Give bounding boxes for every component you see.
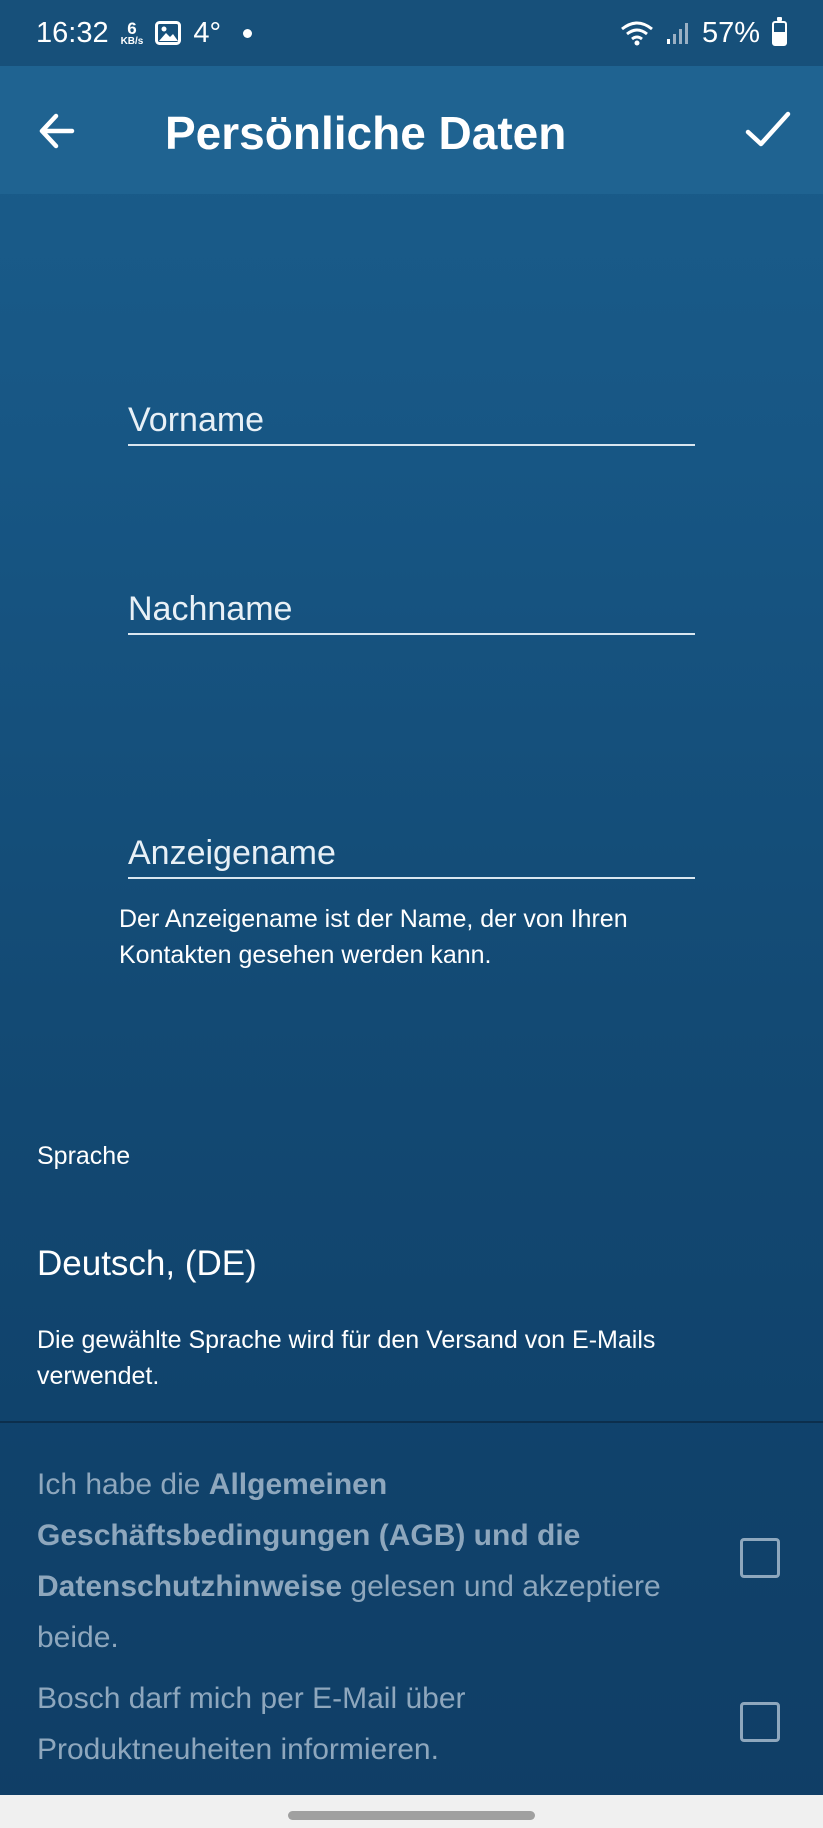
language-label: Sprache <box>37 1142 131 1170</box>
newsletter-checkbox[interactable] <box>740 1702 780 1742</box>
terms-mid: gelesen und akzeptiere <box>342 1570 661 1603</box>
newsletter-line: Bosch darf mich per E-Mail über <box>37 1682 466 1715</box>
confirm-button[interactable] <box>742 102 796 156</box>
terms-link-agb[interactable]: Allgemeinen <box>209 1468 387 1501</box>
newsletter-consent-text: Bosch darf mich per E-Mail über Produktn… <box>37 1673 697 1775</box>
network-speed-unit: KB/s <box>120 35 144 47</box>
terms-end: beide. <box>37 1621 119 1654</box>
image-icon <box>155 21 182 45</box>
language-hint-line: Die gewählte Sprache wird für den Versan… <box>37 1326 656 1354</box>
checkmark-icon <box>745 111 791 147</box>
last-name-field-wrapper <box>128 585 695 635</box>
last-name-input[interactable] <box>128 585 695 633</box>
first-name-input[interactable] <box>128 396 695 444</box>
language-hint: Die gewählte Sprache wird für den Versan… <box>37 1322 655 1394</box>
terms-prefix: Ich habe die <box>37 1468 209 1501</box>
back-button[interactable] <box>36 106 94 156</box>
signal-icon <box>666 23 688 44</box>
status-battery-text: 57% <box>701 16 760 49</box>
notification-dot <box>243 28 253 38</box>
language-selector[interactable]: Deutsch, (DE) <box>37 1244 257 1284</box>
terms-line: beide. <box>37 1612 697 1663</box>
system-nav-bar <box>0 1795 823 1828</box>
terms-consent-text: Ich habe die Allgemeinen Geschäftsbeding… <box>37 1459 697 1663</box>
status-temperature: 4° <box>193 16 222 49</box>
wifi-icon <box>621 21 653 46</box>
status-left: 16:32 6 KB/s 4° <box>36 16 253 50</box>
battery-icon <box>772 16 787 46</box>
display-name-field-wrapper <box>128 829 695 879</box>
terms-checkbox[interactable] <box>740 1538 780 1578</box>
status-right: 57% <box>620 16 787 50</box>
privacy-link[interactable]: Datenschutzhinweise <box>37 1570 342 1603</box>
terms-line: Datenschutzhinweise gelesen und akzeptie… <box>37 1561 697 1612</box>
display-name-hint: Der Anzeigename ist der Name, der von Ih… <box>119 901 628 973</box>
newsletter-line: Produktneuheiten informieren. <box>37 1733 439 1766</box>
first-name-field-wrapper <box>128 396 695 446</box>
status-time: 16:32 <box>36 16 109 49</box>
display-name-hint-line: Kontakten gesehen werden kann. <box>119 941 492 969</box>
app-bar: Persönliche Daten <box>0 66 823 194</box>
display-name-input[interactable] <box>128 829 695 877</box>
status-bar: 16:32 6 KB/s 4° 57% <box>0 0 823 66</box>
terms-line: Geschäftsbedingungen (AGB) und die <box>37 1510 697 1561</box>
gesture-handle[interactable] <box>288 1811 535 1820</box>
section-divider <box>0 1421 823 1423</box>
terms-link-agb-cont[interactable]: Geschäftsbedingungen (AGB) und die <box>37 1519 580 1552</box>
display-name-hint-line: Der Anzeigename ist der Name, der von Ih… <box>119 905 628 933</box>
arrow-left-icon <box>39 113 75 149</box>
terms-line: Ich habe die Allgemeinen <box>37 1459 697 1510</box>
network-speed-value: 6 <box>127 18 137 38</box>
page-title: Persönliche Daten <box>165 107 567 159</box>
network-speed: 6 KB/s <box>121 20 144 47</box>
language-hint-line: verwendet. <box>37 1362 160 1390</box>
